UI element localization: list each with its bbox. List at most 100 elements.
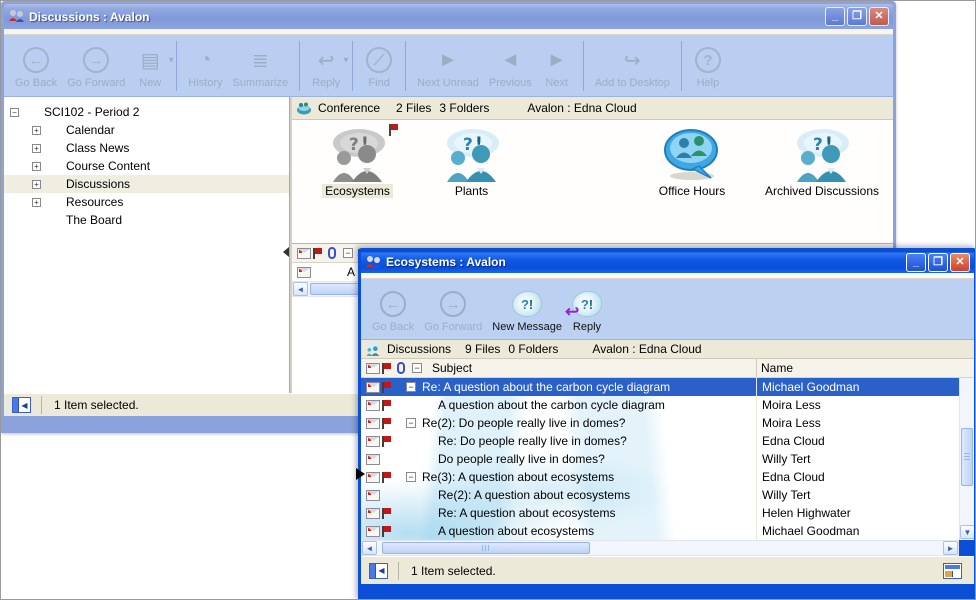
toolbar-button[interactable]: ?!↩ Reply xyxy=(567,283,607,335)
tree-item[interactable]: + Discussions xyxy=(4,175,289,193)
toolbar-button[interactable]: ▤ New xyxy=(130,39,170,91)
maximize-button[interactable]: ❐ xyxy=(928,253,948,272)
message-row[interactable]: − A question about ecosystems Michael Go… xyxy=(361,522,974,540)
menu-item[interactable] xyxy=(361,273,381,278)
thread-collapse-icon[interactable]: − xyxy=(406,382,416,392)
toolbar-button[interactable]: ► Next xyxy=(537,39,577,91)
scroll-left-icon[interactable]: ◄ xyxy=(362,541,377,555)
conference-item[interactable]: ? ! ? ! Archived Discussions xyxy=(744,128,893,198)
tree-expander[interactable]: − xyxy=(10,108,19,117)
column-divider[interactable] xyxy=(756,359,757,377)
toolbar-button[interactable]: ⟋ Find xyxy=(359,39,399,91)
conference-item-label: Archived Discussions xyxy=(762,184,882,198)
tree-expander[interactable]: + xyxy=(32,198,41,207)
envelope-icon xyxy=(366,454,380,465)
envelope-icon xyxy=(366,363,380,374)
horizontal-scrollbar[interactable]: ◄ ► xyxy=(361,540,959,556)
tree-expander[interactable]: + xyxy=(32,144,41,153)
scroll-down-icon[interactable]: ▼ xyxy=(960,525,974,539)
menu-item[interactable] xyxy=(104,29,124,34)
flag-icon xyxy=(382,526,392,537)
message-row[interactable]: − Re: A question about the carbon cycle … xyxy=(361,378,974,396)
message-author: Helen Highwater xyxy=(762,506,851,520)
maximize-button[interactable]: ❐ xyxy=(847,7,867,26)
thread-collapse-icon[interactable]: − xyxy=(406,418,416,428)
message-row[interactable]: − Re: A question about ecosystems Helen … xyxy=(361,504,974,522)
thread-collapse-icon[interactable]: − xyxy=(406,472,416,482)
toolbar-button[interactable]: ↩ Reply xyxy=(306,39,346,91)
tree-item[interactable]: + Class News xyxy=(4,139,289,157)
menu-item[interactable] xyxy=(441,273,461,278)
toolbar-button[interactable]: ↪ Add to Desktop xyxy=(590,39,675,91)
message-author: Michael Goodman xyxy=(762,524,859,538)
scroll-right-icon[interactable]: ► xyxy=(943,541,958,555)
tree-expander[interactable]: + xyxy=(32,126,41,135)
close-button[interactable]: ✕ xyxy=(869,7,889,26)
panel-toggle-icon[interactable]: ◀ xyxy=(12,397,31,413)
statusbar-ecosystems: ◀ 1 Item selected. xyxy=(361,556,974,584)
close-button[interactable]: ✕ xyxy=(950,253,970,272)
menu-item[interactable] xyxy=(84,29,104,34)
name-column-header[interactable]: Name xyxy=(761,361,793,375)
tree-item[interactable]: + Course Content xyxy=(4,157,289,175)
panel-toggle-icon[interactable]: ◀ xyxy=(369,563,388,579)
toolbar-button[interactable]: ► Next Unread xyxy=(412,39,484,91)
message-row[interactable]: − Re(3): A question about ecosystems Edn… xyxy=(361,468,974,486)
menu-item[interactable] xyxy=(421,273,441,278)
titlebar-ecosystems[interactable]: Ecosystems : Avalon _ ❐ ✕ xyxy=(361,251,974,273)
toolbar-button-label: Reply xyxy=(312,77,340,89)
toolbar-button[interactable]: ? Help xyxy=(688,39,728,91)
toolbar-button[interactable]: → Go Forward xyxy=(419,283,487,335)
conference-item[interactable]: ? ! ? ! Ecosystems xyxy=(310,128,405,198)
message-row[interactable]: − A question about the carbon cycle diag… xyxy=(361,396,974,414)
menu-item[interactable] xyxy=(44,29,64,34)
split-view-icon[interactable] xyxy=(943,563,962,579)
toolbar-button[interactable]: ≣ Summarize xyxy=(228,39,294,91)
toolbar-button[interactable]: → Go Forward xyxy=(62,39,130,91)
message-row[interactable]: − Re(2): Do people really live in domes?… xyxy=(361,414,974,432)
tree-item[interactable]: + Calendar xyxy=(4,121,289,139)
folders-count: 3 Folders xyxy=(439,101,489,115)
menu-item[interactable] xyxy=(461,273,481,278)
tree-item[interactable]: The Board xyxy=(4,211,289,229)
minimize-button[interactable]: _ xyxy=(825,7,845,26)
toolbar-button[interactable]: ◄ Previous xyxy=(484,39,537,91)
menu-item[interactable] xyxy=(24,29,44,34)
tree-expander[interactable]: + xyxy=(32,180,41,189)
tree-item-label: Class News xyxy=(66,141,129,155)
subject-column-header[interactable]: Subject xyxy=(432,361,472,375)
menu-item[interactable] xyxy=(4,29,24,34)
status-text: 1 Item selected. xyxy=(411,564,943,578)
toolbar-button[interactable]: ← Go Back xyxy=(10,39,62,91)
menu-item[interactable] xyxy=(481,273,501,278)
message-list: − Re: A question about the carbon cycle … xyxy=(361,378,974,540)
scroll-left-icon[interactable]: ◄ xyxy=(293,282,308,296)
message-subject: A question about the carbon cycle diagra… xyxy=(438,398,665,412)
vertical-scrollbar[interactable]: ▲ ▼ xyxy=(959,378,974,540)
envelope-icon xyxy=(366,472,380,483)
minimize-button[interactable]: _ xyxy=(906,253,926,272)
collapse-all-icon[interactable]: − xyxy=(412,363,422,373)
toolbar-button[interactable]: ?! New Message xyxy=(487,283,567,335)
collapse-all-icon[interactable]: − xyxy=(343,248,353,258)
titlebar-discussions[interactable]: Discussions : Avalon _ ❐ ✕ xyxy=(4,4,893,29)
tree-item[interactable]: − SCI102 - Period 2 xyxy=(4,103,289,121)
menu-item[interactable] xyxy=(381,273,401,278)
menu-item[interactable] xyxy=(124,29,144,34)
tree-expander[interactable]: + xyxy=(32,162,41,171)
conference-item[interactable]: ? ! ? ! Office Hours xyxy=(630,128,754,198)
conference-item[interactable]: ? ! ? ! Plants xyxy=(414,128,529,198)
toolbar-button[interactable]: ◔ History xyxy=(183,39,227,91)
menu-item[interactable] xyxy=(401,273,421,278)
tree-item[interactable]: + Resources xyxy=(4,193,289,211)
scrollbar-thumb[interactable] xyxy=(961,428,973,486)
message-row[interactable]: − Re(2): A question about ecosystems Wil… xyxy=(361,486,974,504)
splitter-collapse-icon[interactable] xyxy=(283,247,289,257)
message-row[interactable]: − Re: Do people really live in domes? Ed… xyxy=(361,432,974,450)
window-ecosystems[interactable]: Ecosystems : Avalon _ ❐ ✕ ← Go Back → Go… xyxy=(358,248,976,600)
message-row[interactable]: − Do people really live in domes? Willy … xyxy=(361,450,974,468)
scrollbar-thumb[interactable] xyxy=(382,542,590,554)
toolbar-button-label: New xyxy=(139,77,161,89)
menu-item[interactable] xyxy=(64,29,84,34)
toolbar-button[interactable]: ← Go Back xyxy=(367,283,419,335)
